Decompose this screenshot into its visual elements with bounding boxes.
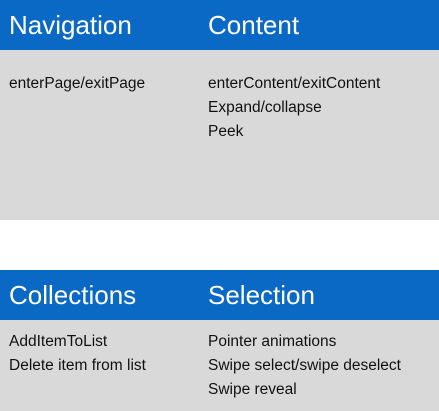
content-heading: Content — [208, 10, 300, 40]
navigation-list: enterPage/exitPage — [9, 72, 145, 96]
bottom-content-panel: AddItemToList Delete item from list Poin… — [0, 320, 439, 411]
list-item: Pointer animations — [208, 333, 337, 350]
collections-heading: Collections — [9, 280, 137, 310]
top-content-panel: enterPage/exitPage enterContent/exitCont… — [0, 50, 439, 220]
selection-heading: Selection — [208, 280, 315, 310]
list-item: Peek — [208, 123, 244, 140]
top-section: Navigation Content enterPage/exitPage en… — [0, 0, 439, 220]
list-item: enterPage/exitPage — [9, 75, 146, 92]
list-item: Swipe reveal — [208, 381, 297, 398]
list-item: enterContent/exitContent — [208, 75, 381, 92]
selection-list: Pointer animations Swipe select/swipe de… — [208, 330, 401, 402]
top-header-band: Navigation Content — [0, 0, 439, 50]
content-list: enterContent/exitContent Expand/collapse… — [208, 72, 380, 144]
navigation-heading: Navigation — [9, 10, 132, 40]
bottom-section: Collections Selection AddItemToList Dele… — [0, 270, 439, 411]
list-item: AddItemToList — [9, 333, 108, 350]
list-item: Delete item from list — [9, 357, 146, 374]
list-item: Expand/collapse — [208, 99, 322, 116]
collections-list: AddItemToList Delete item from list — [9, 330, 146, 378]
list-item: Swipe select/swipe deselect — [208, 357, 401, 374]
bottom-header-band: Collections Selection — [0, 270, 439, 320]
